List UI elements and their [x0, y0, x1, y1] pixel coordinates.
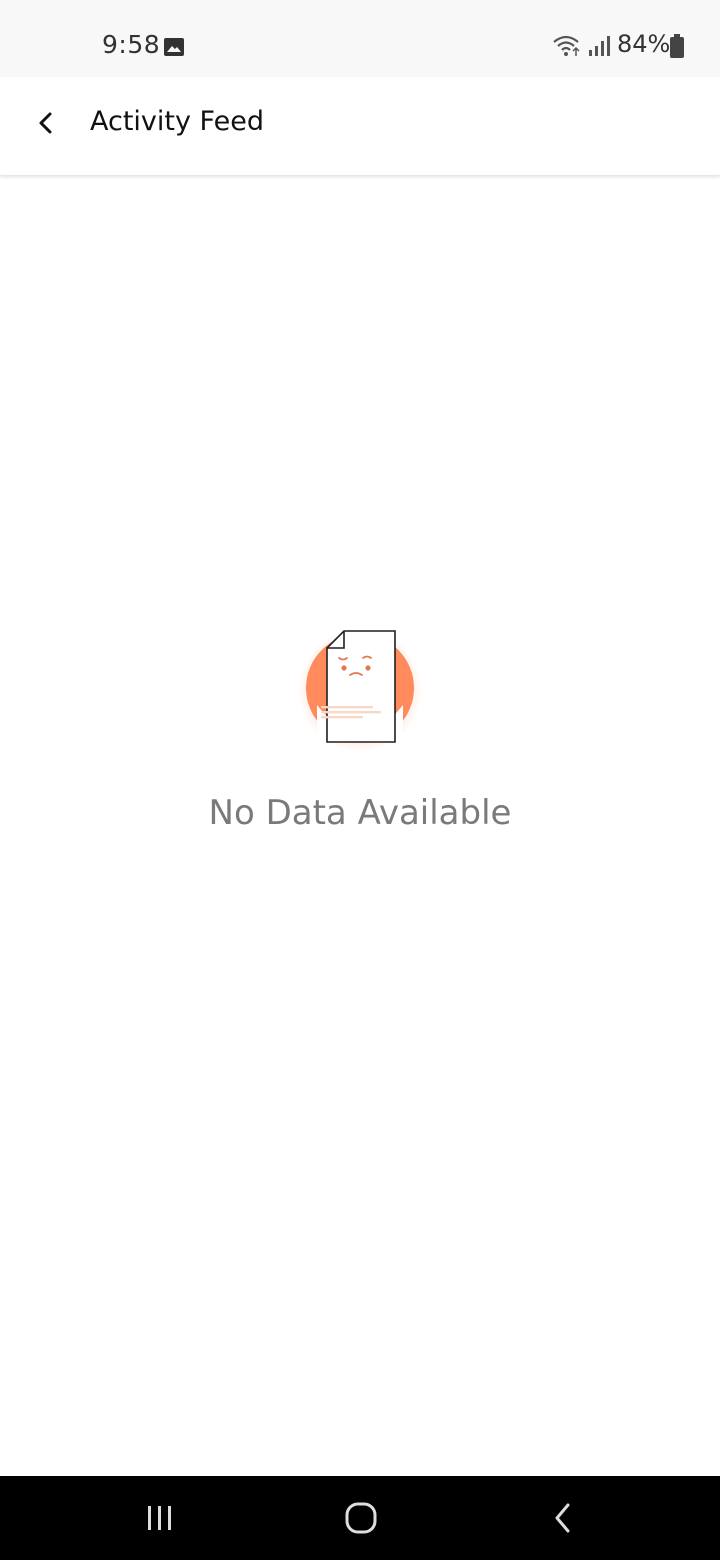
- recent-apps-button[interactable]: [130, 1496, 190, 1540]
- gallery-icon: [164, 38, 184, 56]
- home-icon: [345, 1502, 377, 1534]
- navigation-bar: [0, 1476, 720, 1560]
- wifi-icon: [553, 35, 580, 56]
- signal-icon: [589, 36, 610, 56]
- chevron-left-icon: [39, 112, 52, 134]
- home-button[interactable]: [331, 1496, 391, 1540]
- recent-apps-icon: [148, 1506, 171, 1530]
- empty-message: No Data Available: [208, 793, 512, 833]
- back-button[interactable]: [22, 99, 70, 147]
- screen: 9:58 84% Activity Feed No Data Available: [0, 0, 720, 1560]
- sad-document-icon: [295, 620, 425, 755]
- battery-percentage: 84%: [617, 30, 671, 58]
- empty-state: No Data Available: [0, 620, 720, 833]
- app-bar: Activity Feed: [0, 77, 720, 175]
- status-bar: 9:58 84%: [0, 0, 720, 77]
- page-title: Activity Feed: [90, 106, 264, 137]
- status-time: 9:58: [102, 30, 161, 59]
- back-icon: [555, 1503, 570, 1533]
- nav-back-button[interactable]: [533, 1496, 593, 1540]
- battery-icon: [670, 34, 684, 58]
